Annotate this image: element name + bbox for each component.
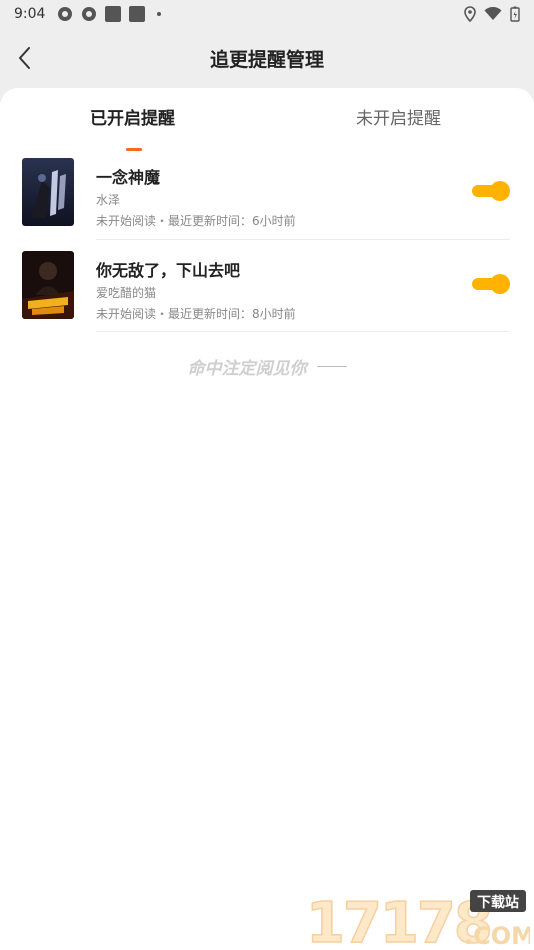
app-notification-icon	[129, 6, 146, 22]
battery-icon	[510, 6, 520, 22]
tab-bar: 已开启提醒 未开启提醒	[0, 104, 534, 151]
app-notification-icon	[105, 6, 122, 22]
notification-icons	[57, 6, 162, 22]
svg-text:.COM: .COM	[464, 922, 530, 948]
back-button[interactable]	[14, 44, 38, 72]
reminder-toggle[interactable]	[470, 180, 510, 202]
reminder-toggle[interactable]	[470, 273, 510, 295]
tab-disabled-reminders[interactable]: 未开启提醒	[356, 104, 441, 129]
row-divider	[96, 331, 510, 332]
book-reading-status: 未开始阅读・最近更新时间：6小时前	[96, 214, 296, 228]
book-cover	[22, 158, 74, 226]
book-list-item[interactable]: 你无敌了，下山去吧 爱吃醋的猫 未开始阅读・最近更新时间：8小时前	[0, 251, 534, 343]
more-notifications-icon	[157, 12, 162, 16]
end-of-list-note: 命中注定阅见你	[0, 354, 534, 379]
book-title: 你无敌了，下山去吧	[96, 261, 241, 280]
book-author: 爱吃醋的猫	[96, 286, 157, 300]
decorative-line	[316, 366, 347, 367]
svg-text:下载站: 下载站	[477, 894, 519, 911]
book-reading-status: 未开始阅读・最近更新时间：8小时前	[96, 307, 296, 321]
end-of-list-text: 命中注定阅见你	[187, 359, 307, 379]
back-arrow-icon	[19, 47, 30, 69]
status-time: 9:04	[14, 6, 46, 22]
book-cover	[22, 251, 74, 319]
book-title: 一念神魔	[96, 168, 161, 187]
row-divider	[96, 239, 510, 240]
app-notification-icon	[58, 7, 73, 21]
wifi-icon	[484, 7, 502, 20]
active-tab-indicator	[126, 148, 142, 151]
status-bar: 9:04	[0, 0, 534, 28]
app-notification-icon	[82, 7, 97, 21]
content-card: 已开启提醒 未开启提醒 一念神魔 水泽 未开始阅读・最近更新时间：6小时前 你无…	[0, 88, 534, 950]
tab-enabled-reminders[interactable]: 已开启提醒	[90, 104, 175, 129]
book-list-item[interactable]: 一念神魔 水泽 未开始阅读・最近更新时间：6小时前	[0, 158, 534, 250]
system-icons	[464, 6, 520, 22]
page-title: 追更提醒管理	[209, 48, 324, 71]
site-watermark-logo: 17178 下载站 .COM	[304, 888, 534, 950]
book-author: 水泽	[96, 193, 121, 207]
location-icon	[464, 6, 476, 22]
page-header: 追更提醒管理	[0, 28, 534, 88]
